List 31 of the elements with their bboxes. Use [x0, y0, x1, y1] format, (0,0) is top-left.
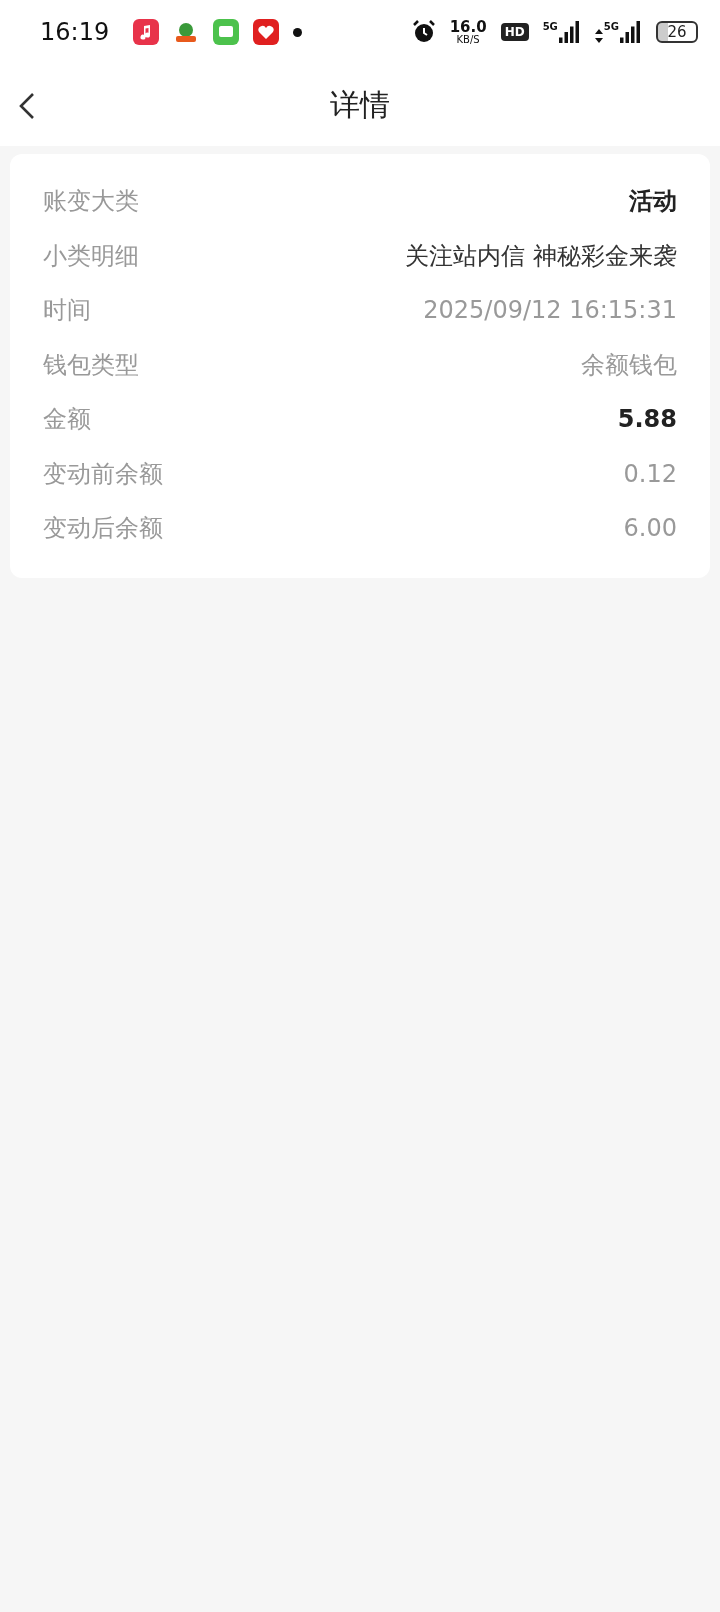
detail-value: 5.88	[617, 405, 677, 434]
detail-label: 金额	[43, 404, 91, 436]
alarm-clock-icon	[411, 20, 436, 44]
detail-value: 0.12	[623, 459, 677, 488]
heart-app-icon	[253, 19, 280, 45]
notification-dot-icon	[293, 27, 303, 37]
detail-value: 活动	[629, 186, 677, 218]
signal-icon	[620, 21, 642, 43]
network-speed: 16.0	[449, 19, 487, 35]
network-type: 5G	[603, 21, 619, 32]
detail-value: 6.00	[623, 514, 677, 543]
network-type: 5G	[542, 21, 558, 32]
hd-voice-badge: HD	[500, 23, 529, 41]
detail-value: 余额钱包	[581, 349, 677, 381]
detail-label: 钱包类型	[43, 349, 139, 381]
detail-label: 时间	[43, 295, 91, 327]
signal-icon	[558, 21, 581, 43]
detail-label: 变动后余额	[43, 513, 163, 545]
battery-indicator: 26	[656, 21, 698, 43]
detail-label: 小类明细	[43, 240, 139, 272]
music-app-icon	[133, 19, 160, 45]
chat-app-icon	[213, 19, 240, 45]
data-arrows-icon	[594, 29, 603, 43]
detail-value: 关注站内信 神秘彩金来袭	[405, 240, 677, 272]
page-title: 详情	[330, 85, 390, 124]
speed-unit: KB/S	[456, 34, 480, 45]
back-chevron-icon	[18, 92, 36, 120]
detail-label: 变动前余额	[43, 458, 163, 490]
detail-value: 2025/09/12 16:15:31	[423, 296, 677, 325]
status-time: 16:19	[40, 18, 110, 46]
detail-label: 账变大类	[43, 186, 139, 218]
